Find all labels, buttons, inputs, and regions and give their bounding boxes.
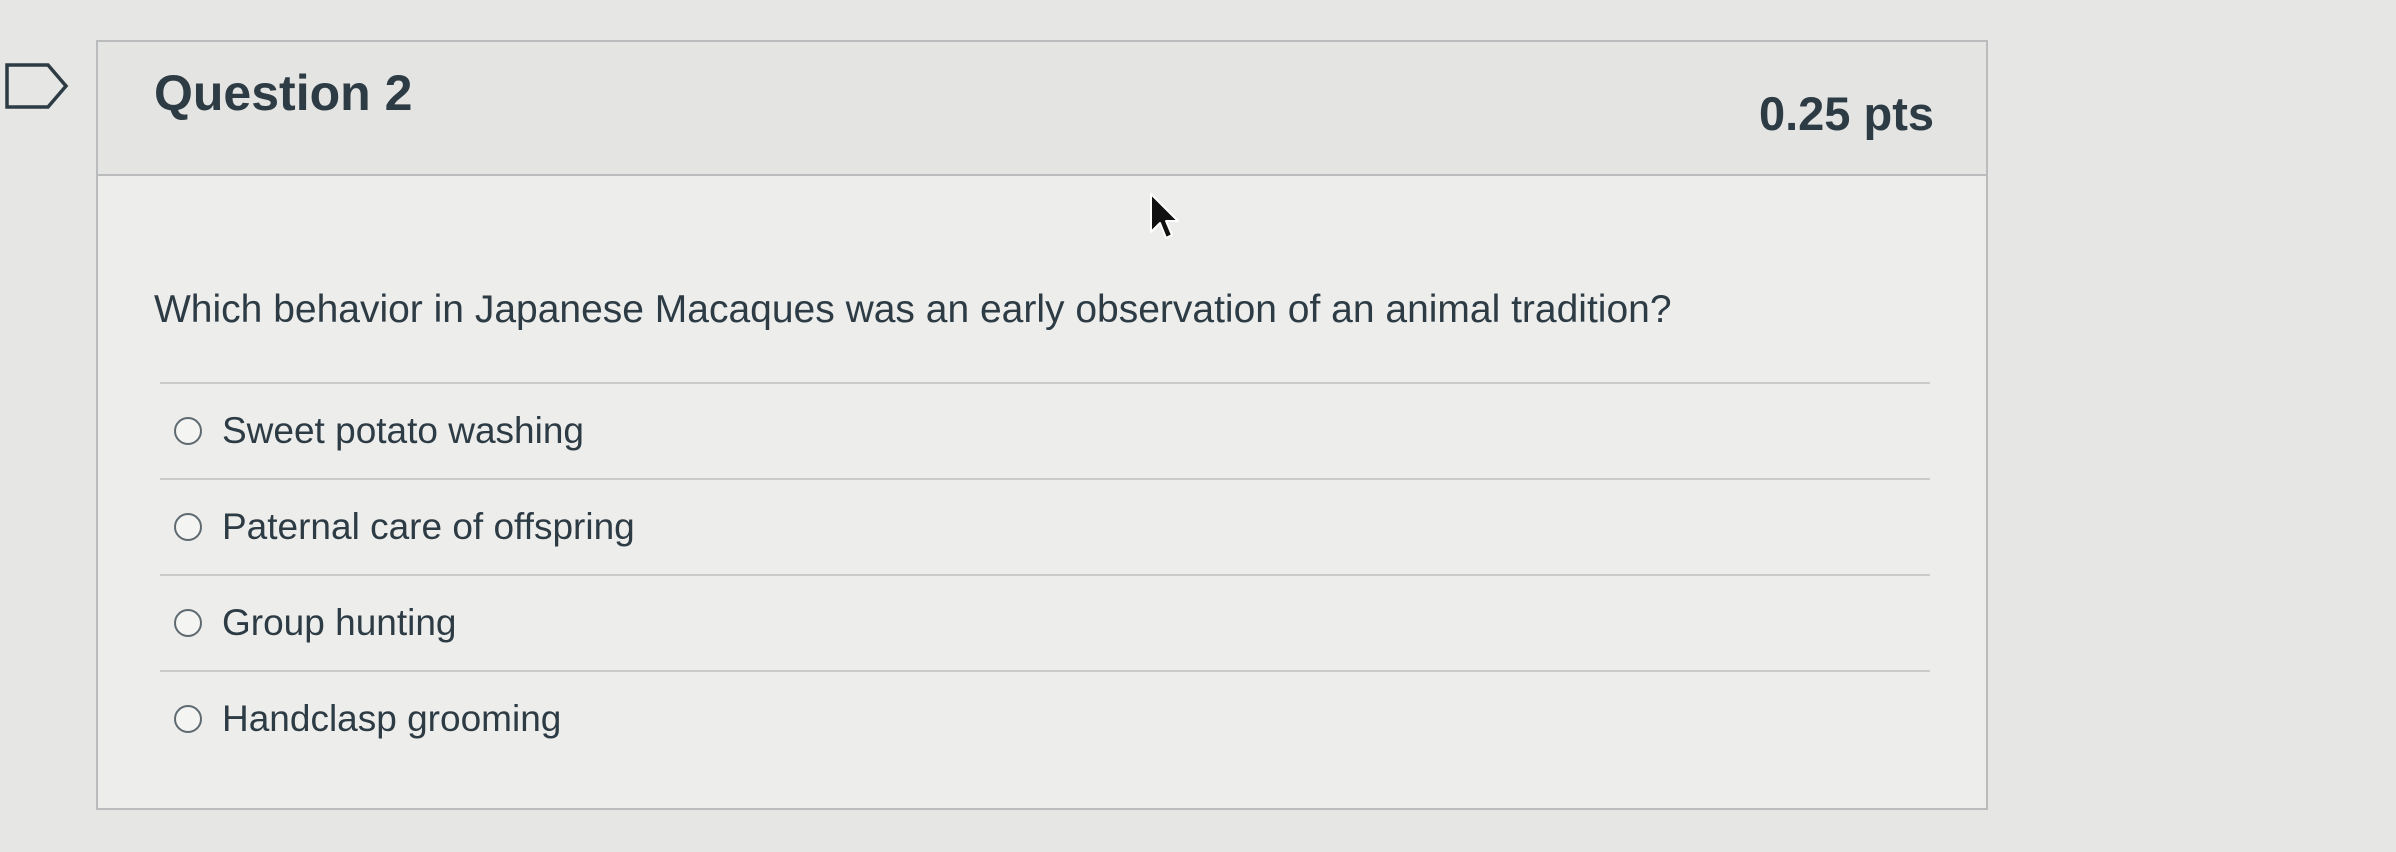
question-points: 0.25 pts — [1758, 87, 1934, 140]
answer-option[interactable]: Handclasp grooming — [160, 670, 1930, 766]
answer-label[interactable]: Paternal care of offspring — [222, 506, 635, 548]
answer-option[interactable]: Group hunting — [160, 574, 1930, 670]
answer-option[interactable]: Paternal care of offspring — [160, 478, 1930, 574]
question-title: Question 2 — [154, 65, 413, 121]
radio-button[interactable] — [174, 609, 202, 637]
question-body: Which behavior in Japanese Macaques was … — [98, 176, 1986, 808]
radio-button[interactable] — [174, 705, 202, 733]
question-header: Question 2 0.25 pts — [98, 42, 1986, 176]
flag-question-icon[interactable] — [4, 62, 70, 110]
question-text: Which behavior in Japanese Macaques was … — [154, 288, 1672, 331]
answer-list: Sweet potato washing Paternal care of of… — [160, 382, 1930, 766]
question-card: Question 2 0.25 pts Which behavior in Ja… — [96, 40, 1988, 810]
answer-option[interactable]: Sweet potato washing — [160, 382, 1930, 478]
answer-label[interactable]: Sweet potato washing — [222, 410, 584, 452]
mouse-pointer-icon — [1150, 193, 1179, 239]
answer-label[interactable]: Group hunting — [222, 602, 457, 644]
radio-button[interactable] — [174, 513, 202, 541]
radio-button[interactable] — [174, 417, 202, 445]
answer-label[interactable]: Handclasp grooming — [222, 698, 561, 740]
